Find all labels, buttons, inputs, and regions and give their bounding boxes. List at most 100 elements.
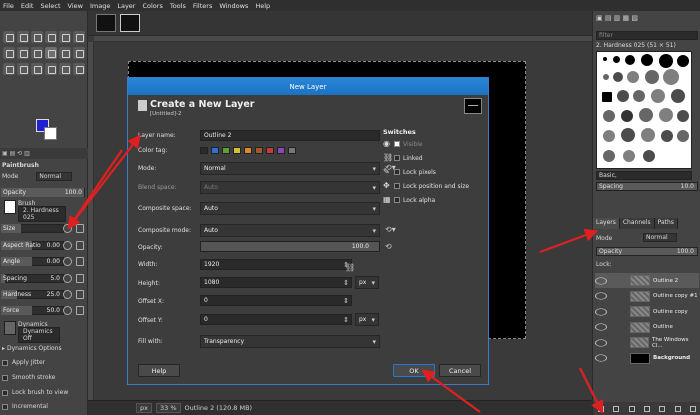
fill-tool-icon[interactable] bbox=[31, 47, 43, 59]
color-tag-swatch[interactable] bbox=[244, 147, 252, 154]
visible-checkbox[interactable] bbox=[394, 141, 400, 147]
menu-filters[interactable]: Filters bbox=[193, 2, 212, 10]
warp-tool-icon[interactable] bbox=[3, 47, 15, 59]
color-tag-none[interactable] bbox=[200, 147, 208, 154]
brush-grid[interactable] bbox=[596, 51, 692, 169]
size-slider[interactable]: Size bbox=[0, 223, 88, 234]
lower-layer-icon[interactable] bbox=[643, 405, 650, 412]
cage-tool-icon[interactable] bbox=[17, 47, 29, 59]
linked-checkbox[interactable] bbox=[394, 155, 400, 161]
layer-row[interactable]: Outline copy #1 bbox=[595, 289, 699, 304]
layer-visibility-eye-icon[interactable] bbox=[595, 338, 607, 347]
lock-brush-checkbox[interactable]: Lock brush to view bbox=[0, 387, 88, 398]
measure-tool-icon[interactable] bbox=[59, 63, 71, 75]
menu-colors[interactable]: Colors bbox=[142, 2, 162, 10]
lasso-tool-icon[interactable] bbox=[31, 31, 43, 43]
menu-windows[interactable]: Windows bbox=[219, 2, 248, 10]
blend-space-select[interactable]: Auto bbox=[200, 181, 380, 194]
dock-tabs-icons[interactable]: ▣ ▤ ▥ ▦ ▧ bbox=[596, 14, 638, 22]
color-picker-tool-icon[interactable] bbox=[45, 63, 57, 75]
layer-visibility-eye-icon[interactable] bbox=[595, 307, 607, 316]
rotate-tool-icon[interactable] bbox=[73, 31, 85, 43]
layer-name-input[interactable]: Outline 2 bbox=[200, 130, 380, 141]
tab-channels[interactable]: Channels bbox=[619, 218, 655, 229]
color-tag-swatch[interactable] bbox=[288, 147, 296, 154]
layer-visibility-eye-icon[interactable] bbox=[595, 292, 607, 300]
offset-unit-select[interactable]: px bbox=[355, 313, 379, 326]
brush-filter-input[interactable]: filter bbox=[596, 31, 698, 40]
color-tag-swatch[interactable] bbox=[211, 147, 219, 154]
text-tool-icon[interactable] bbox=[31, 63, 43, 75]
offset-x-input[interactable]: 0 bbox=[200, 295, 352, 306]
tool-opacity-slider[interactable]: Opacity 100.0 bbox=[0, 187, 88, 198]
lock-alpha-checkbox[interactable] bbox=[394, 197, 400, 203]
tab-paths[interactable]: Paths bbox=[654, 218, 678, 229]
layer-visibility-eye-icon[interactable] bbox=[595, 323, 607, 331]
lock-pixels-checkbox[interactable] bbox=[394, 169, 400, 175]
tab-layers[interactable]: Layers bbox=[593, 218, 620, 229]
composite-space-select[interactable]: Auto bbox=[200, 202, 380, 215]
menu-image[interactable]: Image bbox=[90, 2, 110, 10]
layer-row[interactable]: Background bbox=[595, 351, 699, 366]
eraser-tool-icon[interactable] bbox=[59, 47, 71, 59]
tool-mode-select[interactable]: Normal bbox=[36, 172, 73, 181]
menu-help[interactable]: Help bbox=[255, 2, 270, 10]
dynamics-options-expander[interactable]: ▸ Dynamics Options bbox=[0, 343, 88, 354]
new-layer-icon[interactable] bbox=[597, 405, 604, 412]
image-tab-1[interactable] bbox=[96, 14, 116, 32]
menu-layer[interactable]: Layer bbox=[117, 2, 135, 10]
brush-preset-select[interactable]: Basic, bbox=[596, 171, 692, 180]
zoom-select[interactable]: 33 % bbox=[155, 403, 181, 413]
crop-tool-icon[interactable] bbox=[59, 31, 71, 43]
ok-button[interactable]: OK bbox=[393, 364, 435, 377]
aspect-ratio-slider[interactable]: Aspect Ratio 0.00 bbox=[0, 240, 88, 251]
color-tag-swatch[interactable] bbox=[222, 147, 230, 154]
fill-with-select[interactable]: Transparency bbox=[200, 335, 380, 348]
width-input[interactable]: 1920 bbox=[200, 259, 352, 270]
image-tab-2[interactable] bbox=[120, 14, 140, 32]
cancel-button[interactable]: Cancel bbox=[439, 364, 481, 377]
raise-layer-icon[interactable] bbox=[628, 405, 635, 412]
menu-file[interactable]: File bbox=[3, 2, 14, 10]
composite-mode-reset-icon[interactable]: ⟲▾ bbox=[385, 225, 397, 236]
layer-row[interactable]: Outline copy bbox=[595, 304, 699, 319]
angle-slider[interactable]: Angle 0.00 bbox=[0, 256, 88, 267]
move-tool-icon[interactable] bbox=[3, 31, 15, 43]
paths-tool-icon[interactable] bbox=[17, 63, 29, 75]
layer-visibility-eye-icon[interactable] bbox=[595, 354, 607, 362]
help-button[interactable]: Help bbox=[138, 364, 180, 377]
color-tag-swatch[interactable] bbox=[277, 147, 285, 154]
layer-row[interactable]: The Windows Cl... bbox=[595, 335, 699, 350]
force-slider[interactable]: Force 50.0 bbox=[0, 305, 88, 316]
color-tag-swatch[interactable] bbox=[255, 147, 263, 154]
color-tag-swatch[interactable] bbox=[233, 147, 241, 154]
background-color-swatch[interactable] bbox=[44, 127, 57, 140]
fuzzy-select-tool-icon[interactable] bbox=[45, 31, 57, 43]
chain-link-icon[interactable]: ⛓ bbox=[345, 263, 355, 272]
hardness-slider[interactable]: Hardness 25.0 bbox=[0, 289, 88, 300]
smudge-tool-icon[interactable] bbox=[3, 63, 15, 75]
dynamics-select[interactable]: Dynamics Off bbox=[18, 326, 60, 343]
spacing-slider[interactable]: Spacing 5.0 bbox=[0, 273, 88, 284]
rect-select-tool-icon[interactable] bbox=[17, 31, 29, 43]
clone-tool-icon[interactable] bbox=[73, 47, 85, 59]
unit-select[interactable]: px bbox=[136, 403, 152, 413]
height-input[interactable]: 1080 bbox=[200, 277, 352, 288]
unit-select[interactable]: px bbox=[355, 276, 379, 289]
duplicate-layer-icon[interactable] bbox=[659, 405, 666, 412]
paintbrush-tool-icon[interactable] bbox=[45, 47, 57, 59]
new-group-icon[interactable] bbox=[613, 405, 620, 412]
mode-select[interactable]: Normal bbox=[200, 162, 380, 175]
menu-edit[interactable]: Edit bbox=[21, 2, 34, 10]
layer-row[interactable]: Outline bbox=[595, 320, 699, 335]
smooth-stroke-checkbox[interactable]: Smooth stroke bbox=[0, 372, 88, 383]
brush-select[interactable]: 2. Hardness 025 bbox=[18, 205, 66, 222]
menu-tools[interactable]: Tools bbox=[170, 2, 186, 10]
delete-layer-icon[interactable] bbox=[690, 405, 697, 412]
menu-select[interactable]: Select bbox=[40, 2, 60, 10]
zoom-tool-icon[interactable] bbox=[73, 63, 85, 75]
brush-spacing-slider[interactable]: Spacing 10.0 bbox=[596, 182, 698, 191]
layers-opacity-slider[interactable]: Opacity 100.0 bbox=[596, 247, 698, 256]
lock-position-checkbox[interactable] bbox=[394, 183, 400, 189]
offset-y-input[interactable]: 0 bbox=[200, 314, 352, 325]
